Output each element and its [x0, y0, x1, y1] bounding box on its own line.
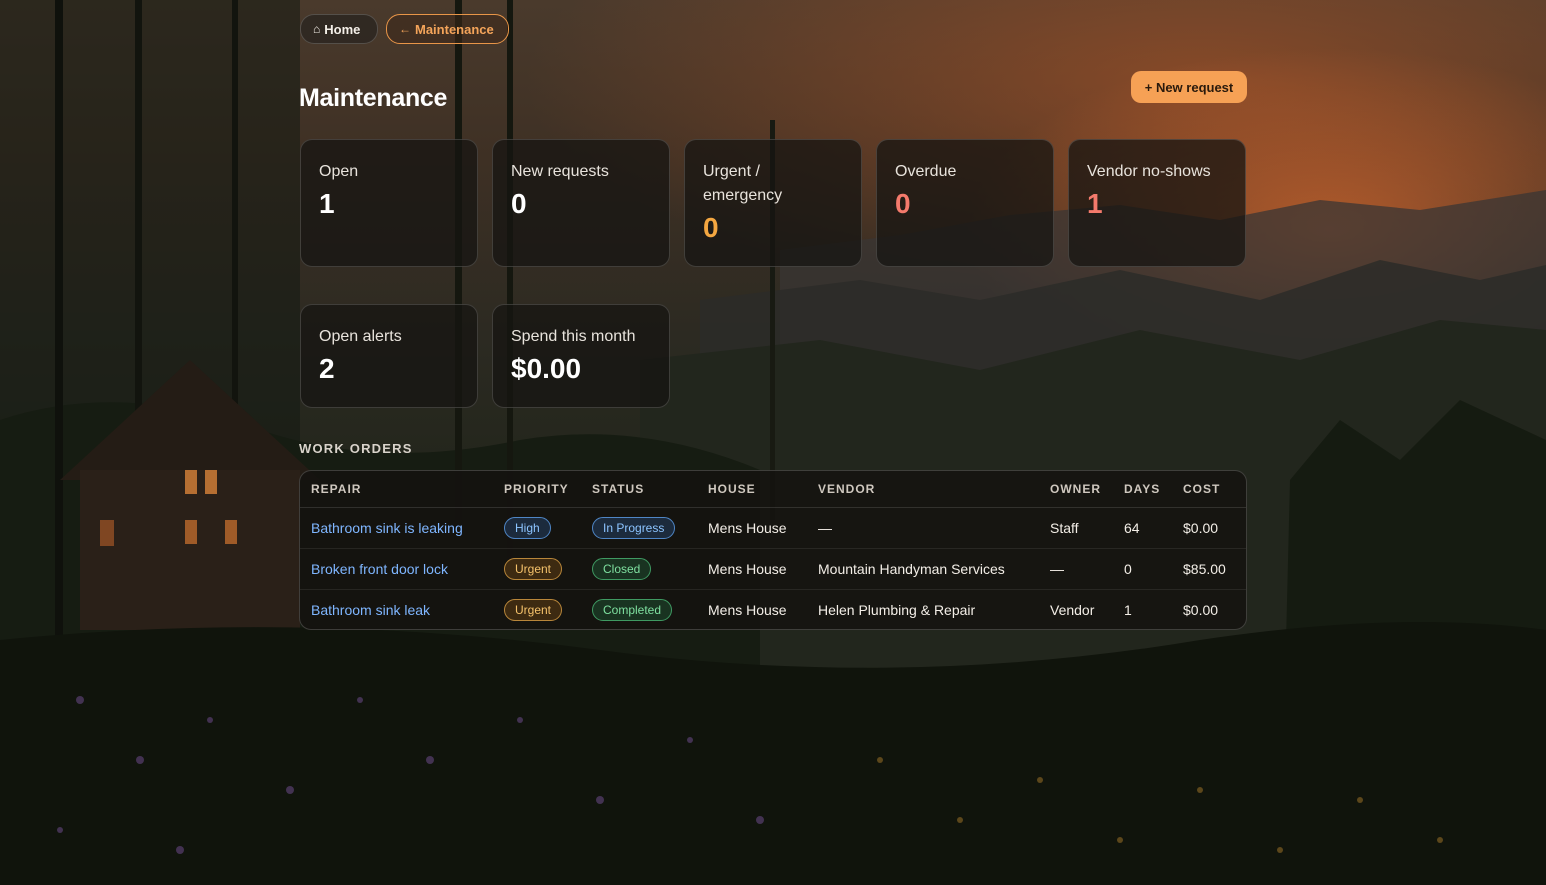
column-header-status: STATUS	[581, 471, 697, 508]
stat-value: 0	[895, 188, 911, 219]
house-cell: Mens House	[697, 507, 807, 549]
table-row[interactable]: Bathroom sink leak Urgent Completed Mens…	[300, 589, 1246, 629]
repair-cell[interactable]: Broken front door lock	[300, 548, 493, 590]
house-cell: Mens House	[708, 601, 787, 618]
column-header-owner: OWNER	[1039, 471, 1113, 508]
status-cell: In Progress	[581, 507, 697, 549]
stat-card-spend-month: Spend this month $0.00	[492, 304, 670, 408]
owner-cell: —	[1039, 548, 1113, 590]
work-orders-heading: WORK ORDERS	[299, 441, 413, 456]
table-row[interactable]: Bathroom sink is leaking High In Progres…	[300, 507, 1246, 549]
priority-badge: Urgent	[504, 598, 563, 621]
status-cell: Closed	[581, 548, 697, 590]
stat-value: $0.00	[511, 353, 582, 384]
stat-card-overdue: Overdue 0	[876, 139, 1054, 267]
status-badge: In Progress	[592, 516, 676, 539]
repair-cell[interactable]: Bathroom sink leak	[300, 589, 493, 629]
stat-card-open: Open 1	[300, 139, 478, 267]
stat-label: Overdue	[895, 163, 957, 180]
stat-card-vendor-no-shows: Vendor no-shows 1	[1068, 139, 1246, 267]
stat-label: New requests	[511, 163, 609, 180]
breadcrumb-home-label: Home	[324, 21, 361, 37]
vendor-cell: Mountain Handyman Services	[807, 548, 1039, 590]
breadcrumb-home[interactable]: ⌂ Home	[300, 14, 378, 44]
vendor-cell: —	[807, 507, 1039, 549]
priority-cell: Urgent	[493, 548, 581, 590]
days-cell: 1	[1124, 601, 1132, 618]
column-header-house: HOUSE	[697, 471, 807, 508]
vendor-cell: Helen Plumbing & Repair	[818, 601, 976, 618]
priority-cell: High	[493, 507, 581, 549]
breadcrumb-maintenance-label: Maintenance	[415, 21, 494, 37]
priority-badge: Urgent	[504, 557, 563, 580]
status-cell: Completed	[581, 589, 697, 629]
column-header-repair: REPAIR	[300, 471, 493, 508]
stat-value: 0	[703, 212, 719, 243]
stat-label: Open	[319, 163, 359, 180]
stat-label: Vendor no-shows	[1087, 163, 1211, 180]
stat-value: 0	[511, 188, 527, 219]
house-cell: Mens House	[697, 548, 807, 590]
stat-card-open-alerts: Open alerts 2	[300, 304, 478, 408]
stat-value: 1	[319, 188, 335, 219]
stat-value: 2	[319, 353, 335, 384]
stat-label: Urgent / emergency	[703, 163, 783, 204]
repair-cell[interactable]: Bathroom sink is leaking	[300, 507, 493, 549]
work-orders-table: REPAIR PRIORITY STATUS HOUSE VENDOR OWNE…	[299, 470, 1247, 630]
stat-card-urgent: Urgent / emergency 0	[684, 139, 862, 267]
priority-badge: High	[504, 516, 551, 539]
days-cell: 0	[1113, 548, 1172, 590]
status-badge: Completed	[592, 598, 673, 621]
table-row[interactable]: Broken front door lock Urgent Closed Men…	[300, 548, 1246, 590]
cost-cell: $0.00	[1172, 507, 1246, 549]
new-request-button[interactable]: + New request	[1131, 71, 1247, 103]
house-icon: ⌂	[313, 22, 321, 36]
column-header-vendor: VENDOR	[807, 471, 1039, 508]
stat-value: 1	[1087, 188, 1103, 219]
column-header-priority: PRIORITY	[493, 471, 581, 508]
column-header-days: DAYS	[1113, 471, 1172, 508]
days-cell: 64	[1113, 507, 1172, 549]
stat-card-new-requests: New requests 0	[492, 139, 670, 267]
table-header-row: REPAIR PRIORITY STATUS HOUSE VENDOR OWNE…	[300, 471, 1246, 508]
cost-cell: $0.00	[1183, 601, 1219, 618]
status-badge: Closed	[592, 557, 652, 580]
arrow-left-icon: ←	[399, 22, 411, 36]
cost-cell: $85.00	[1172, 548, 1246, 590]
column-header-cost: COST	[1172, 471, 1246, 508]
page-title: Maintenance	[299, 84, 448, 112]
owner-cell: Vendor	[1050, 601, 1095, 618]
repair-link[interactable]: Broken front door lock	[311, 561, 448, 577]
priority-cell: Urgent	[493, 589, 581, 629]
breadcrumb-maintenance[interactable]: ← Maintenance	[386, 14, 509, 44]
stat-label: Open alerts	[319, 328, 402, 345]
stat-label: Spend this month	[511, 328, 636, 345]
repair-link[interactable]: Bathroom sink is leaking	[311, 520, 463, 536]
repair-link[interactable]: Bathroom sink leak	[311, 602, 430, 618]
owner-cell: Staff	[1039, 507, 1113, 549]
